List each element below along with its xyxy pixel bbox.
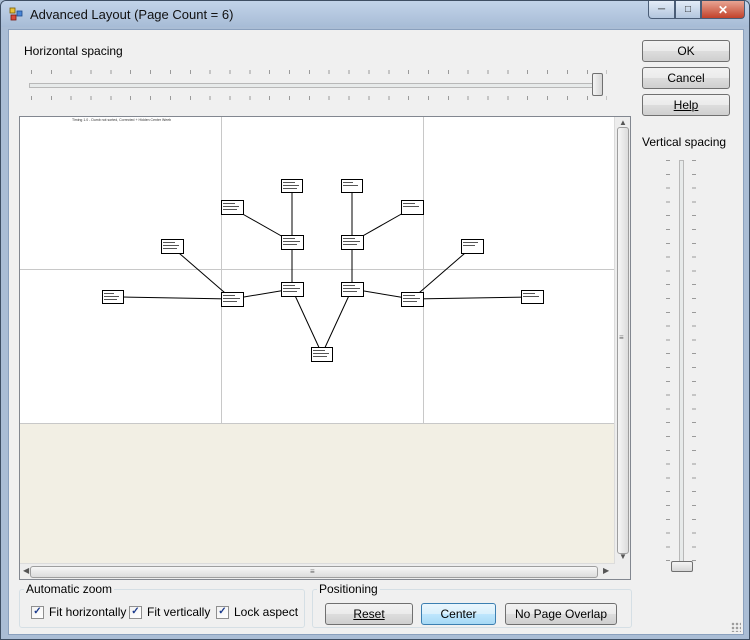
vertical-scroll-thumb[interactable]: ≡ bbox=[617, 127, 629, 554]
slider-ticks-right bbox=[692, 160, 696, 574]
ok-button[interactable]: OK bbox=[642, 40, 730, 62]
maximize-icon: □ bbox=[684, 4, 692, 15]
slider-track bbox=[29, 83, 603, 88]
minimize-button[interactable]: ─ bbox=[648, 1, 675, 19]
scroll-right-arrow-icon[interactable]: ▶ bbox=[603, 566, 609, 575]
reset-button[interactable]: Reset bbox=[325, 603, 413, 625]
lock-aspect-label: Lock aspect bbox=[234, 605, 299, 619]
fit-horizontally-checkbox[interactable]: ✓ Fit horizontally bbox=[31, 605, 126, 619]
scroll-down-arrow-icon[interactable]: ▼ bbox=[619, 552, 627, 561]
layout-preview[interactable]: Timing 1.0 - Dumb not sorted, Corrected … bbox=[19, 116, 631, 580]
checkbox-box[interactable]: ✓ bbox=[31, 605, 44, 619]
minimize-icon: ─ bbox=[657, 4, 666, 15]
fit-horizontally-label: Fit horizontally bbox=[49, 605, 127, 619]
lock-aspect-checkbox[interactable]: ✓ Lock aspect bbox=[216, 605, 298, 619]
fit-vertically-label: Fit vertically bbox=[147, 605, 211, 619]
checkbox-box[interactable]: ✓ bbox=[129, 605, 142, 619]
slider-ticks-bottom bbox=[31, 96, 607, 100]
checkbox-box[interactable]: ✓ bbox=[216, 605, 229, 619]
horizontal-scrollbar[interactable]: ◀ ≡ ▶ bbox=[20, 563, 615, 579]
dialog-client-area: Horizontal spacing OK Cancel Help Vertic… bbox=[8, 29, 744, 635]
scroll-grip-icon: ≡ bbox=[310, 567, 315, 576]
window-frame: Advanced Layout (Page Count = 6) ─ □ ✕ H… bbox=[0, 0, 750, 640]
resize-grip-icon[interactable] bbox=[731, 622, 741, 632]
horizontal-slider-thumb[interactable] bbox=[592, 73, 603, 96]
cancel-button[interactable]: Cancel bbox=[642, 67, 730, 89]
help-button[interactable]: Help bbox=[642, 94, 730, 116]
close-button[interactable]: ✕ bbox=[701, 1, 745, 19]
positioning-legend: Positioning bbox=[319, 582, 378, 596]
slider-ticks-top bbox=[31, 70, 607, 74]
fit-vertically-checkbox[interactable]: ✓ Fit vertically bbox=[129, 605, 210, 619]
app-icon bbox=[9, 7, 23, 21]
scroll-left-arrow-icon[interactable]: ◀ bbox=[23, 566, 29, 575]
scroll-up-arrow-icon[interactable]: ▲ bbox=[619, 118, 627, 127]
slider-track bbox=[679, 160, 684, 571]
diagram-header: Timing 1.0 - Dumb not sorted, Corrected … bbox=[72, 118, 171, 122]
automatic-zoom-legend: Automatic zoom bbox=[26, 582, 113, 596]
close-icon: ✕ bbox=[717, 2, 729, 17]
vertical-scrollbar[interactable]: ▲ ≡ ▼ bbox=[614, 117, 630, 564]
horizontal-scroll-thumb[interactable]: ≡ bbox=[30, 566, 598, 578]
diagram-canvas: Timing 1.0 - Dumb not sorted, Corrected … bbox=[20, 117, 615, 424]
vertical-slider-thumb[interactable] bbox=[671, 561, 693, 572]
window-title: Advanced Layout (Page Count = 6) bbox=[30, 7, 234, 22]
title-bar[interactable]: Advanced Layout (Page Count = 6) ─ □ ✕ bbox=[1, 1, 749, 27]
horizontal-spacing-label: Horizontal spacing bbox=[24, 44, 123, 58]
maximize-button[interactable]: □ bbox=[675, 1, 701, 19]
center-button[interactable]: Center bbox=[421, 603, 496, 625]
slider-ticks-left bbox=[666, 160, 670, 574]
vertical-spacing-label: Vertical spacing bbox=[642, 135, 727, 149]
scrollbar-corner bbox=[615, 564, 630, 579]
scroll-grip-icon: ≡ bbox=[619, 333, 624, 342]
no-page-overlap-button[interactable]: No Page Overlap bbox=[505, 603, 617, 625]
